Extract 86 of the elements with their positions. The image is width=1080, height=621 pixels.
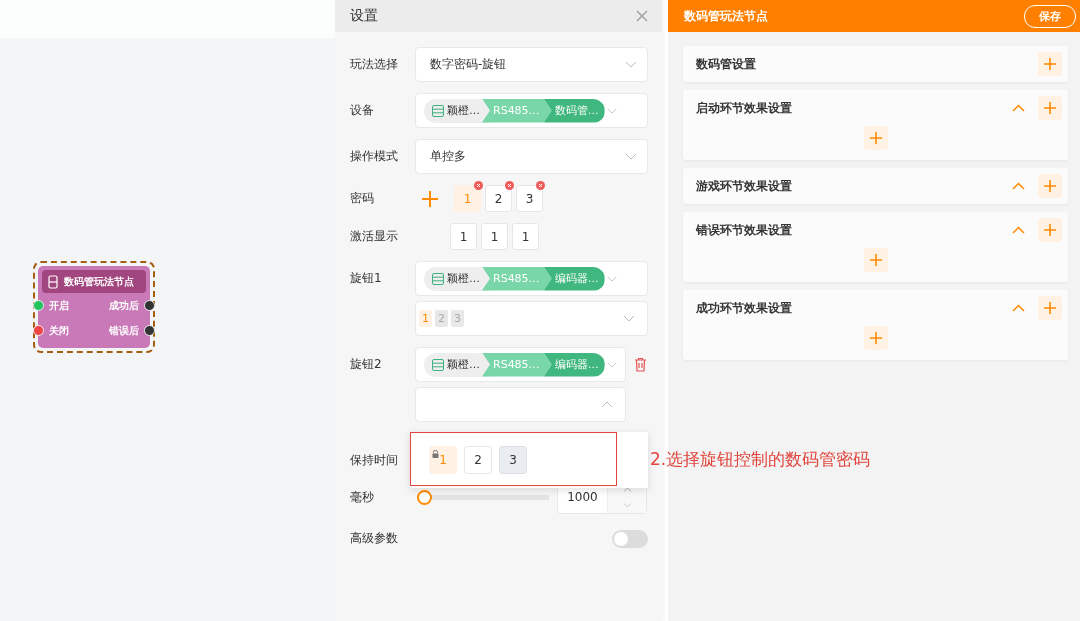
- remove-icon[interactable]: [536, 181, 545, 190]
- list-icon: [432, 272, 444, 285]
- chevron-down-icon: [625, 153, 637, 160]
- annotation-text: 2.选择旋钮控制的数码管密码: [650, 448, 871, 471]
- plus-icon: [1044, 224, 1056, 236]
- add-button[interactable]: [863, 126, 888, 150]
- field-label: 保持时间: [350, 452, 399, 469]
- chip-label: 颖橙…: [447, 357, 480, 372]
- select-field[interactable]: 单控多: [415, 139, 648, 174]
- section-title: 错误环节效果设置: [696, 221, 793, 239]
- input-port[interactable]: [33, 300, 44, 311]
- add-button[interactable]: [1038, 174, 1062, 198]
- panel-title: 数码管玩法节点: [684, 7, 768, 25]
- field-label: 密码: [350, 190, 375, 207]
- chevron-down-icon: [606, 275, 617, 282]
- port-label: 错误后: [109, 323, 139, 338]
- field-label: 旋钮2: [350, 356, 383, 373]
- port-label: 成功后: [109, 298, 139, 313]
- chip-label: 数码管…: [554, 103, 599, 118]
- select-field[interactable]: [415, 387, 626, 422]
- field-label: 激活显示: [350, 228, 399, 245]
- chevron-up-icon[interactable]: [1012, 226, 1025, 234]
- output-port[interactable]: [144, 325, 155, 336]
- add-icon[interactable]: [421, 189, 439, 208]
- toggle-switch[interactable]: [612, 529, 648, 548]
- port-label: 开启: [49, 298, 69, 313]
- add-button[interactable]: [1038, 218, 1062, 242]
- node-title: 数码管玩法节点: [64, 274, 134, 289]
- digit-box: 1: [481, 223, 508, 250]
- chevron-up-icon[interactable]: [1012, 104, 1025, 112]
- digit-box: 1: [450, 223, 477, 250]
- chevron-down-icon: [625, 61, 637, 68]
- panel-title: 设置: [350, 7, 378, 25]
- digit-icon: [48, 274, 58, 289]
- add-button[interactable]: [1038, 96, 1062, 120]
- add-button[interactable]: [863, 248, 888, 272]
- remove-icon[interactable]: [474, 181, 483, 190]
- chevron-up-icon[interactable]: [1012, 182, 1025, 190]
- chip-label: 颖橙…: [447, 271, 480, 286]
- plus-icon: [869, 132, 882, 144]
- field-label: 操作模式: [350, 148, 399, 165]
- select-field[interactable]: 数字密码-旋钮: [415, 47, 648, 82]
- device-select[interactable]: 颖橙… RS485… 编码器…: [415, 261, 648, 296]
- chip-label: 编码器…: [554, 357, 599, 372]
- field-label: 高级参数: [350, 530, 399, 547]
- chip-label: RS485…: [493, 358, 540, 371]
- port-label: 关闭: [49, 323, 69, 338]
- output-port[interactable]: [144, 300, 155, 311]
- chevron-down-icon: [606, 107, 617, 114]
- section-title: 数码管设置: [696, 55, 757, 73]
- field-label: 旋钮1: [350, 270, 383, 287]
- dropdown-option[interactable]: 2: [464, 446, 492, 474]
- input-port[interactable]: [33, 325, 44, 336]
- section-title: 游戏环节效果设置: [696, 177, 793, 195]
- plus-icon: [869, 332, 882, 344]
- chevron-down-icon: [606, 361, 617, 368]
- increment-icon[interactable]: [622, 486, 632, 492]
- add-button[interactable]: [1038, 296, 1062, 320]
- section-title: 成功环节效果设置: [696, 299, 793, 317]
- remove-icon[interactable]: [505, 181, 514, 190]
- plus-icon: [1044, 180, 1056, 192]
- trash-icon[interactable]: [634, 357, 647, 372]
- close-icon[interactable]: [636, 10, 648, 22]
- field-label: 玩法选择: [350, 56, 399, 73]
- chevron-up-icon[interactable]: [1012, 304, 1025, 312]
- list-icon: [432, 104, 444, 117]
- chip-label: 颖橙…: [447, 103, 480, 118]
- flow-node[interactable]: 数码管玩法节点 开启 成功后 关闭 错误后: [33, 261, 155, 353]
- field-label: 毫秒: [350, 488, 375, 506]
- decrement-icon[interactable]: [622, 502, 632, 508]
- plus-icon: [1044, 58, 1056, 70]
- plus-icon: [1044, 302, 1056, 314]
- section-title: 启动环节效果设置: [696, 99, 793, 117]
- digit-box: 1: [512, 223, 539, 250]
- dropdown-option[interactable]: 3: [499, 446, 527, 474]
- plus-icon: [1044, 102, 1056, 114]
- chip-label: RS485…: [493, 104, 540, 117]
- chip-label: RS485…: [493, 272, 540, 285]
- add-button[interactable]: [1038, 52, 1062, 76]
- list-icon: [432, 358, 444, 371]
- plus-icon: [869, 254, 882, 266]
- field-label: 设备: [350, 102, 375, 119]
- add-button[interactable]: [863, 326, 888, 350]
- device-select[interactable]: 颖橙… RS485… 编码器…: [415, 347, 626, 382]
- device-select[interactable]: 颖橙… RS485… 数码管…: [415, 93, 648, 128]
- chip-label: 编码器…: [554, 271, 599, 286]
